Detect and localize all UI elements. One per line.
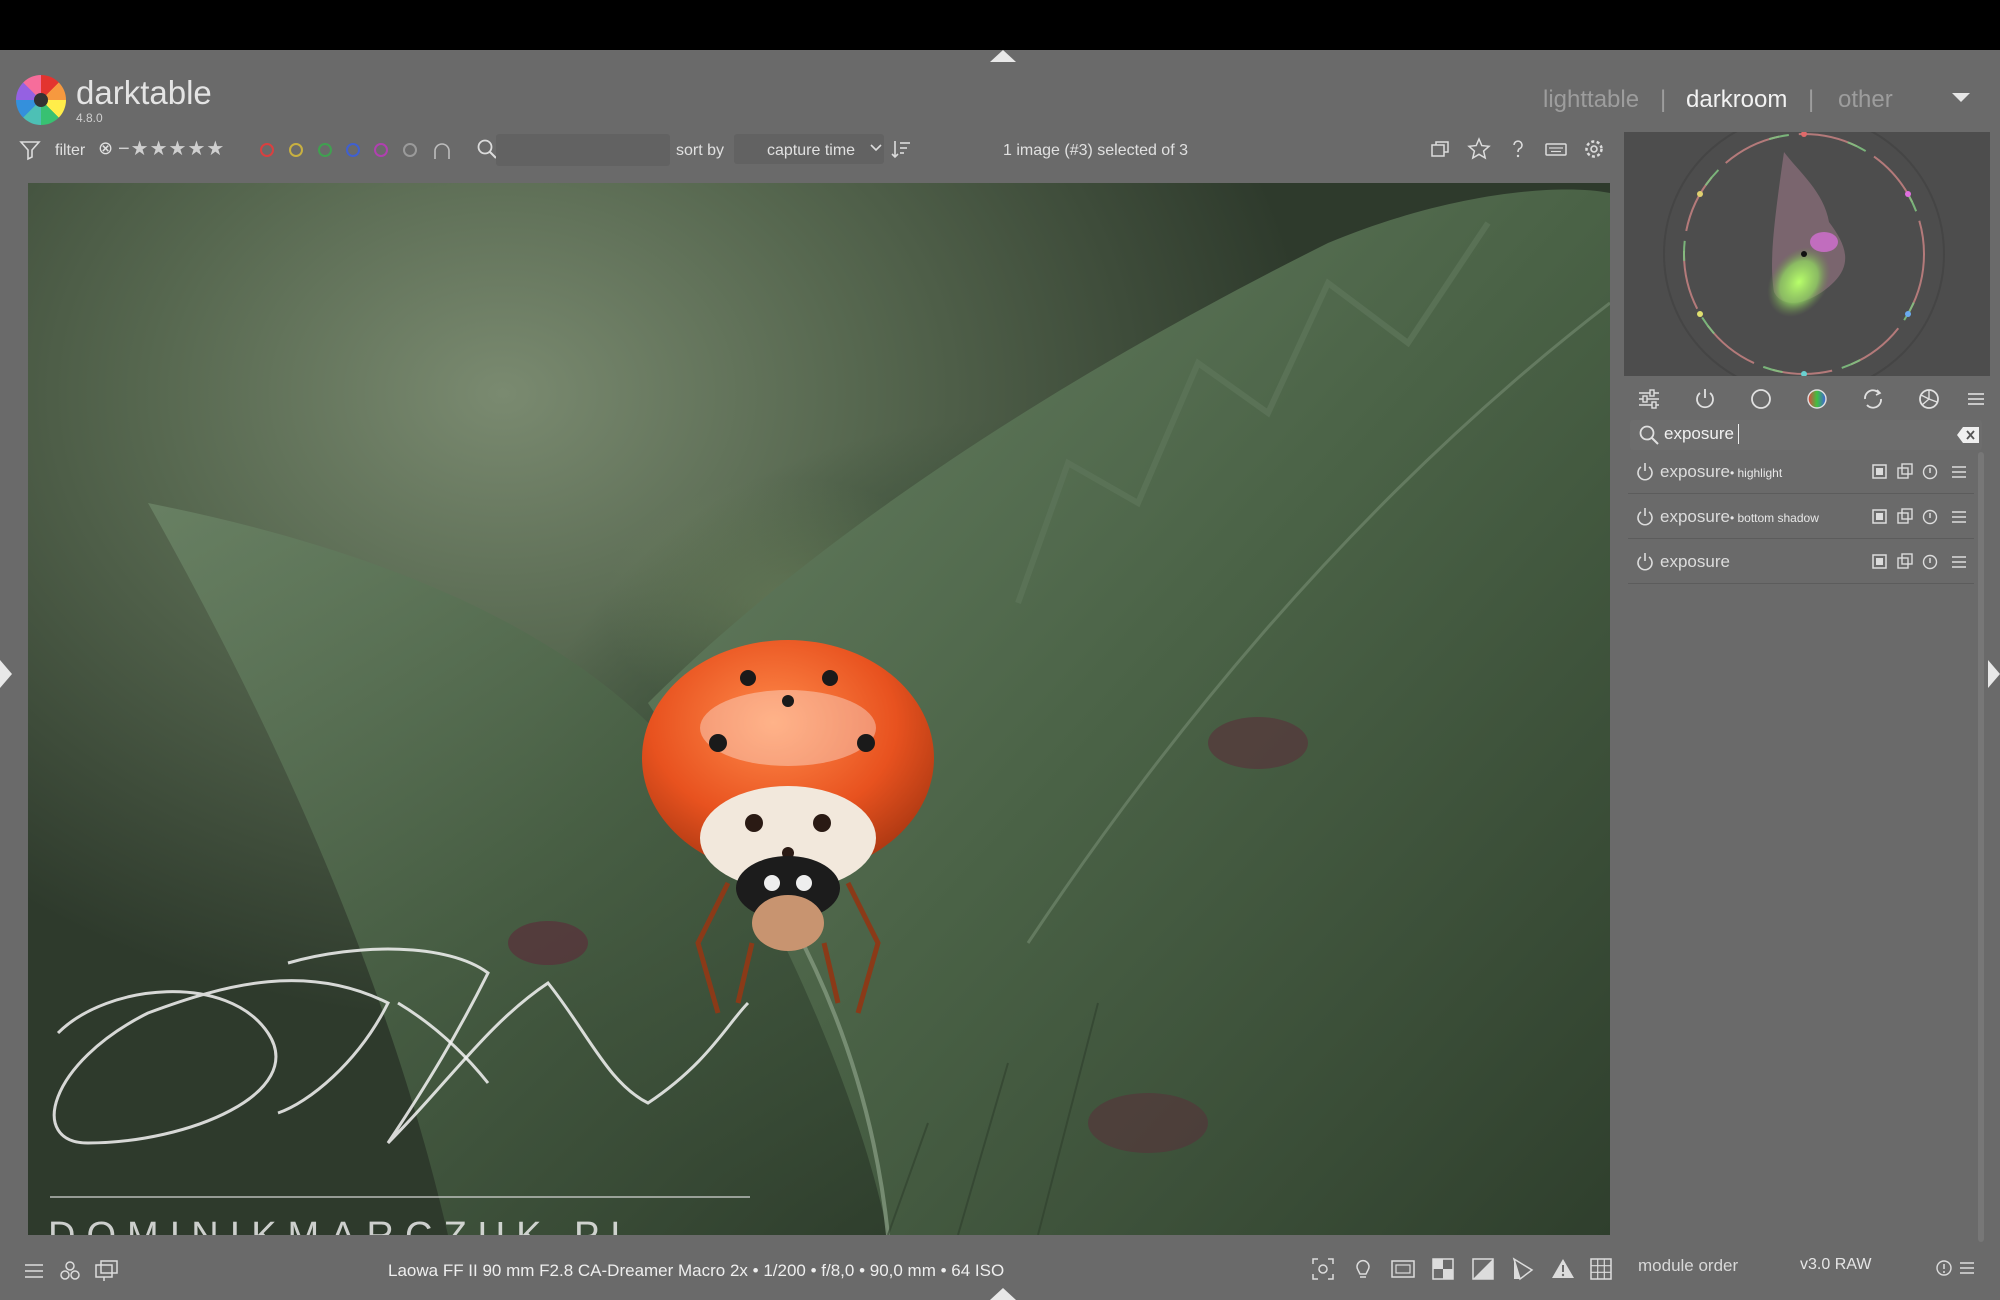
view-separator: | bbox=[1808, 86, 1815, 113]
module-row-exposure-bottom-shadow[interactable]: exposure• bottom shadow bbox=[1628, 496, 1974, 539]
gamut-check-icon[interactable] bbox=[1510, 1256, 1536, 1282]
menu-icon bbox=[25, 1264, 43, 1278]
chevron-down-icon[interactable] bbox=[869, 140, 883, 156]
second-window-icon bbox=[95, 1260, 118, 1281]
darktable-logo-icon bbox=[16, 75, 66, 125]
gear-icon[interactable] bbox=[1582, 137, 1606, 161]
module-instance-label: • highlight bbox=[1729, 466, 1783, 480]
app-version: 4.8.0 bbox=[76, 111, 103, 125]
vectorscope-panel[interactable] bbox=[1624, 132, 1990, 376]
help-icon[interactable] bbox=[1506, 137, 1530, 161]
color-label-green[interactable] bbox=[318, 143, 332, 157]
search-icon[interactable] bbox=[476, 138, 498, 160]
vectorscope-graph bbox=[1663, 132, 1945, 376]
presets-menu-icon bbox=[1960, 1262, 1974, 1274]
collapse-top-panel-arrow[interactable] bbox=[990, 50, 1016, 62]
collapse-left-panel-arrow[interactable] bbox=[0, 660, 12, 688]
app-name: darktable bbox=[76, 74, 212, 111]
view-switch-lighttable[interactable]: lighttable bbox=[1543, 86, 1639, 114]
watermark-site-text: DOMINIKMARCZUK.PL bbox=[48, 1215, 642, 1235]
module-name: exposure• highlight bbox=[1660, 462, 1783, 481]
presets-menu-icon[interactable] bbox=[1962, 386, 1988, 412]
star-icon[interactable] bbox=[1467, 137, 1491, 161]
module-groups-bar bbox=[1624, 378, 1990, 418]
expand-right-panel-arrow[interactable] bbox=[1988, 660, 2000, 688]
correct-group-icon[interactable] bbox=[1860, 386, 1886, 412]
color-label-gray[interactable] bbox=[403, 143, 417, 157]
view-switch-darkroom[interactable]: darkroom bbox=[1686, 86, 1787, 114]
softproof-icon[interactable] bbox=[1470, 1256, 1496, 1282]
module-header-icons[interactable] bbox=[1872, 553, 1976, 571]
module-power-icon[interactable] bbox=[1634, 506, 1656, 528]
collapse-bottom-panel-arrow[interactable] bbox=[990, 1288, 1016, 1300]
text-cursor bbox=[1738, 424, 1739, 444]
quick-access-panel-icon[interactable] bbox=[1636, 386, 1662, 412]
base-group-icon[interactable] bbox=[1748, 386, 1774, 412]
rating-reject-icon[interactable]: ⊗ bbox=[98, 138, 113, 159]
styles-icon bbox=[60, 1261, 80, 1280]
views-dropdown-icon[interactable] bbox=[1952, 93, 1970, 102]
module-row-exposure-highlight[interactable]: exposure• highlight bbox=[1628, 451, 1974, 494]
filter-icon[interactable] bbox=[18, 138, 42, 162]
module-name: exposure• bottom shadow bbox=[1660, 507, 1819, 526]
raw-overexposed-icon[interactable] bbox=[1390, 1256, 1416, 1282]
search-icon bbox=[1639, 425, 1659, 445]
collection-search-input[interactable] bbox=[496, 134, 670, 166]
info-icon bbox=[1936, 1260, 1952, 1276]
window-top-bar bbox=[0, 0, 2000, 50]
image-info-line: Laowa FF II 90 mm F2.8 CA-Dreamer Macro … bbox=[388, 1261, 1005, 1280]
filter-label: filter bbox=[55, 142, 86, 159]
module-instance-label: • bottom shadow bbox=[1729, 511, 1819, 525]
module-name: exposure bbox=[1660, 552, 1730, 571]
clear-search-icon[interactable] bbox=[1956, 426, 1980, 444]
color-label-blue[interactable] bbox=[346, 143, 360, 157]
module-order-label: module order bbox=[1638, 1256, 1739, 1275]
module-search-value: exposure bbox=[1664, 424, 1734, 443]
module-power-icon[interactable] bbox=[1634, 461, 1656, 483]
watermark-divider bbox=[50, 1196, 750, 1198]
grouping-icon[interactable] bbox=[1428, 137, 1452, 161]
sort-by-label: sort by bbox=[676, 142, 725, 159]
module-power-icon[interactable] bbox=[1634, 551, 1656, 573]
module-order-tools[interactable] bbox=[1932, 1256, 1980, 1280]
center-image-view[interactable]: DOMINIKMARCZUK.PL bbox=[28, 183, 1610, 1235]
color-label-purple[interactable] bbox=[374, 143, 388, 157]
sort-criteria-value: capture time bbox=[767, 142, 856, 159]
color-label-operator-icon[interactable] bbox=[432, 142, 452, 160]
ladybug-on-leaf-photo bbox=[52, 189, 1610, 1235]
clipping-indicator-icon[interactable] bbox=[1430, 1256, 1456, 1282]
focus-peaking-icon[interactable] bbox=[1310, 1256, 1336, 1282]
color-group-icon[interactable] bbox=[1804, 386, 1830, 412]
rating-filter-stars[interactable]: −★★★★★ bbox=[118, 136, 225, 161]
view-switch-other[interactable]: other bbox=[1838, 86, 1893, 114]
module-list-scrollbar[interactable] bbox=[1978, 452, 1984, 1242]
effect-group-icon[interactable] bbox=[1916, 386, 1942, 412]
module-order-value[interactable]: v3.0 RAW bbox=[1800, 1256, 1871, 1274]
bottom-left-tools[interactable] bbox=[22, 1258, 132, 1284]
selection-status: 1 image (#3) selected of 3 bbox=[1003, 142, 1188, 159]
view-separator: | bbox=[1660, 86, 1667, 113]
warning-icon[interactable] bbox=[1550, 1256, 1576, 1282]
module-header-icons[interactable] bbox=[1872, 508, 1976, 526]
module-row-exposure[interactable]: exposure bbox=[1628, 541, 1974, 584]
module-header-icons[interactable] bbox=[1872, 463, 1976, 481]
keyboard-icon[interactable] bbox=[1544, 137, 1568, 161]
color-label-red[interactable] bbox=[260, 143, 274, 157]
color-label-yellow[interactable] bbox=[289, 143, 303, 157]
color-assessment-icon[interactable] bbox=[1350, 1256, 1376, 1282]
guides-grid-icon[interactable] bbox=[1588, 1256, 1614, 1282]
power-icon[interactable] bbox=[1692, 386, 1718, 412]
sort-order-icon[interactable] bbox=[890, 138, 912, 160]
